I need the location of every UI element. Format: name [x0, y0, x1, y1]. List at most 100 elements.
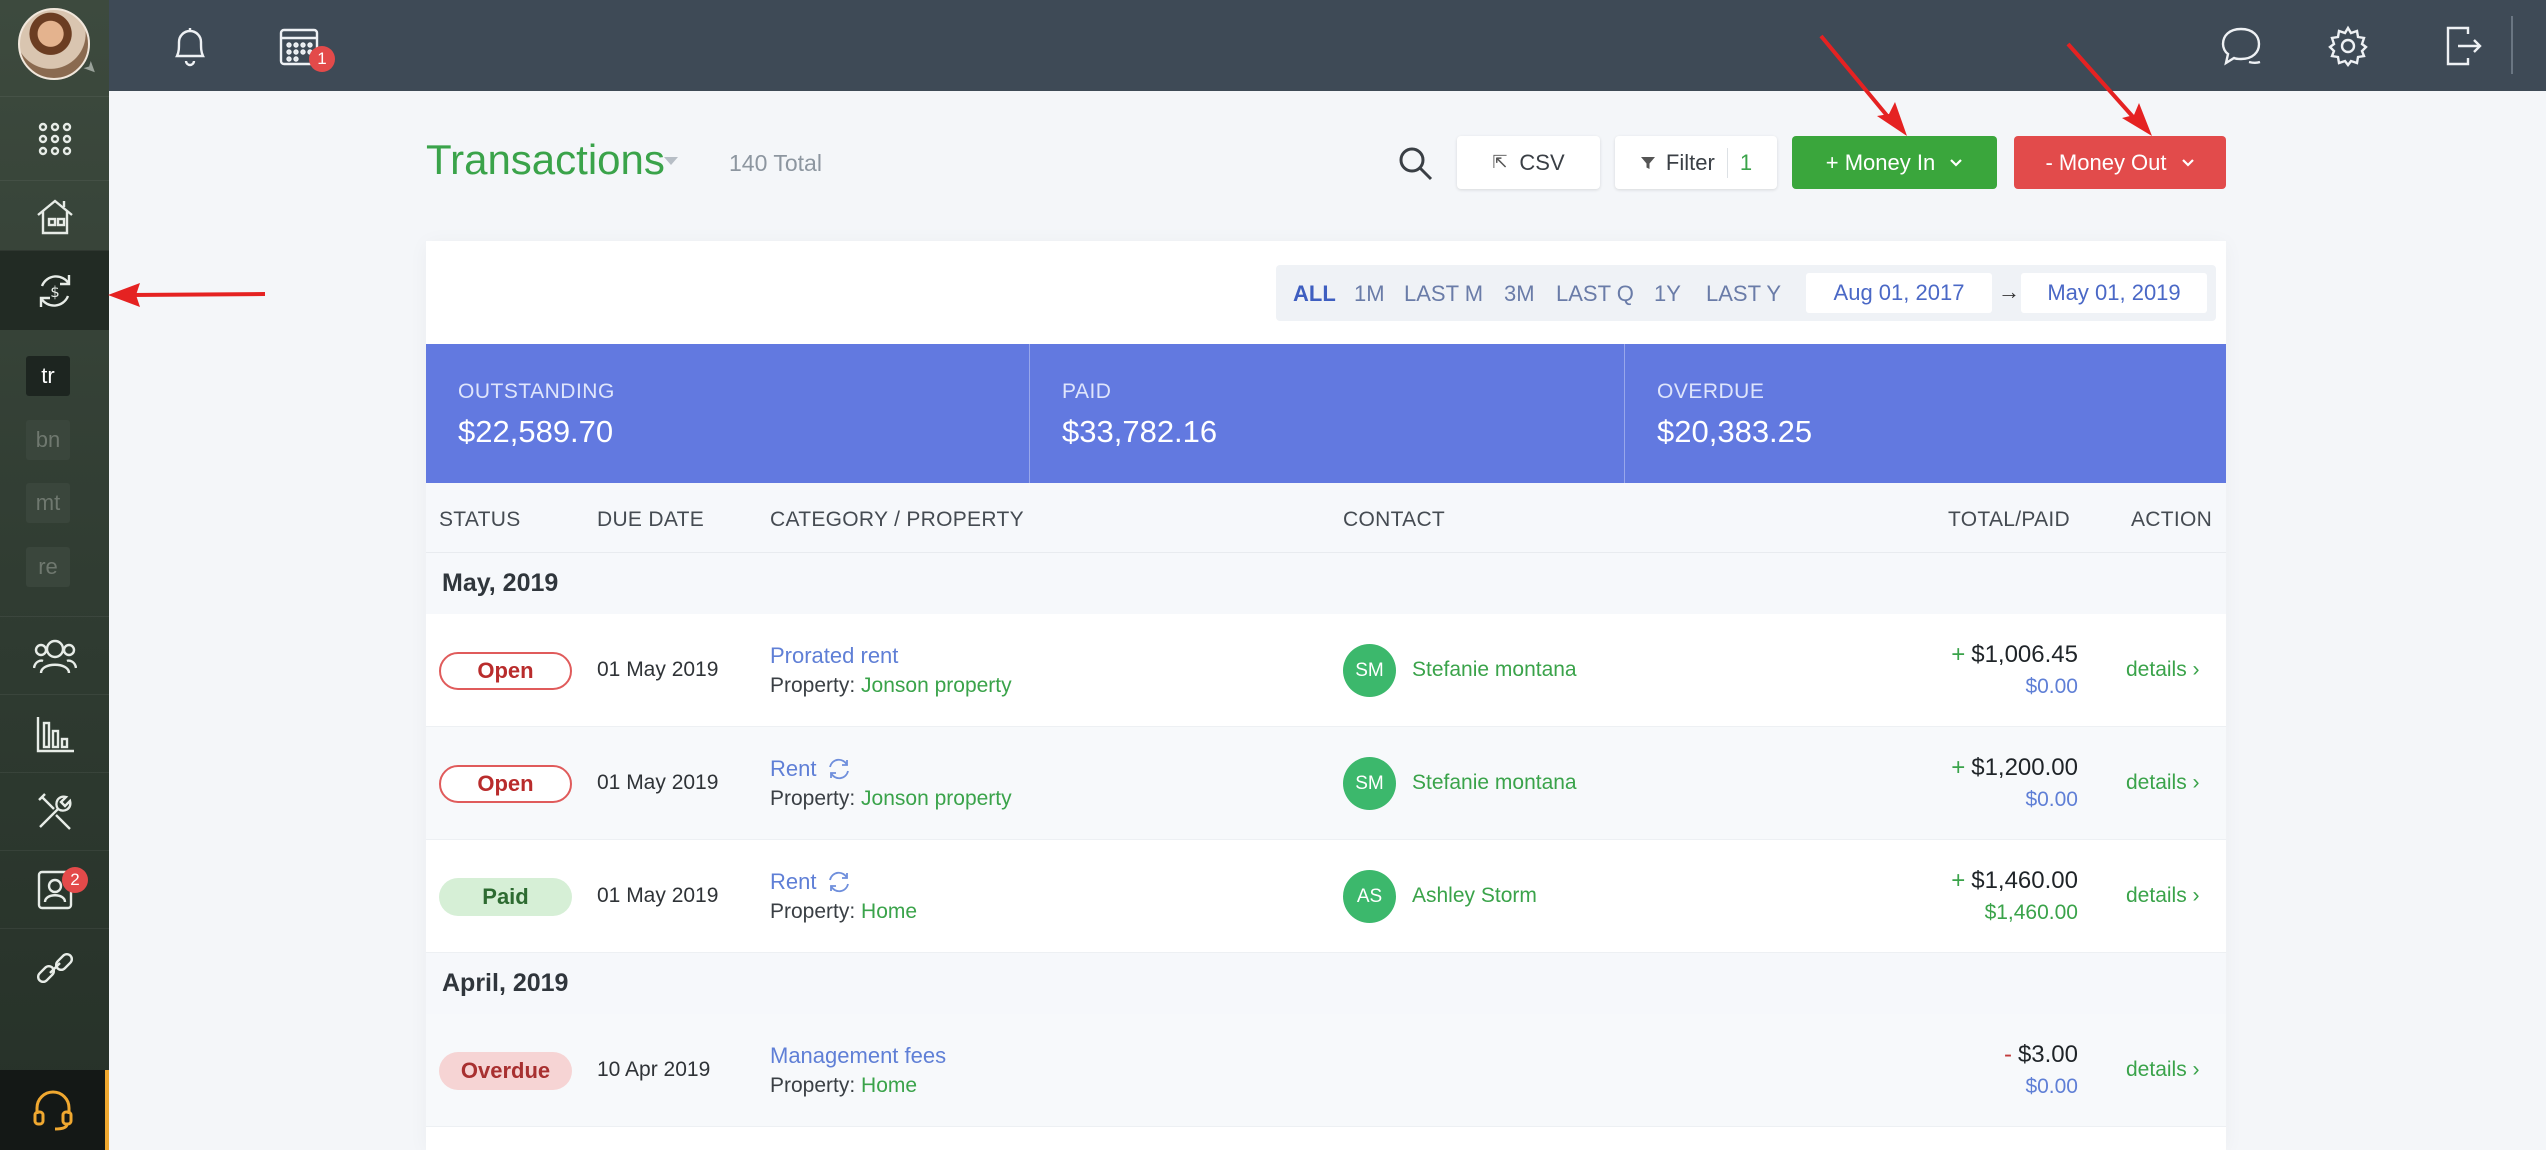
table-header: STATUS DUE DATE CATEGORY / PROPERTY CONT…: [426, 483, 2226, 553]
table-row[interactable]: Paid 01 May 2019 Rent Property: Home AS …: [426, 840, 2226, 953]
details-link[interactable]: details ›: [2126, 771, 2200, 795]
summary-paid: PAID $33,782.16: [1030, 344, 1625, 483]
contact-avatar: SM: [1343, 757, 1396, 810]
amount-sign: +: [1951, 867, 1966, 894]
start-date-input[interactable]: Aug 01, 2017: [1806, 273, 1992, 313]
range-all[interactable]: ALL: [1293, 281, 1336, 307]
contact-avatar: AS: [1343, 870, 1396, 923]
column-due-date[interactable]: DUE DATE: [597, 508, 704, 532]
sidebar-mini-bn[interactable]: bn: [26, 420, 70, 460]
category-link[interactable]: Prorated rent: [770, 643, 898, 669]
details-link[interactable]: details ›: [2126, 884, 2200, 908]
outstanding-value: $22,589.70: [458, 414, 614, 449]
end-date-input[interactable]: May 01, 2019: [2021, 273, 2207, 313]
filter-divider: [1726, 147, 1728, 178]
tools-icon: [37, 792, 71, 830]
range-1m[interactable]: 1M: [1354, 281, 1385, 307]
sidebar: ➤ $ tr bn mt re 2: [0, 0, 109, 1150]
settings-button[interactable]: [2320, 18, 2376, 74]
total-count: 140 Total: [729, 150, 822, 176]
sidebar-mini-re[interactable]: re: [26, 547, 70, 587]
paid-label: PAID: [1062, 380, 1112, 403]
money-in-button[interactable]: + Money In: [1792, 136, 1997, 189]
property-link[interactable]: Home: [861, 1074, 917, 1097]
details-link[interactable]: details ›: [2126, 1058, 2200, 1082]
money-out-label: - Money Out: [2045, 149, 2167, 175]
column-category[interactable]: CATEGORY / PROPERTY: [770, 508, 1024, 532]
sidebar-item-integrations[interactable]: [0, 928, 109, 1006]
csv-button[interactable]: ⇱ CSV: [1457, 136, 1600, 189]
property-link[interactable]: Jonson property: [861, 674, 1012, 697]
money-in-label: + Money In: [1825, 149, 1936, 175]
category-label: Management fees: [770, 1043, 947, 1068]
page-title[interactable]: Transactions: [426, 136, 665, 184]
recurring-icon: [829, 758, 850, 780]
range-last-m[interactable]: LAST M: [1404, 281, 1483, 307]
logout-icon: [2446, 26, 2482, 66]
range-last-y[interactable]: LAST Y: [1706, 281, 1781, 307]
table-row[interactable]: Open 01 May 2019 Rent Property: Jonson p…: [426, 727, 2226, 840]
arrow-right-icon: →: [1998, 279, 2020, 304]
chat-icon: [2221, 27, 2261, 66]
paid-amount: $0.00: [2025, 675, 2078, 698]
category-label: Rent: [770, 869, 817, 894]
gear-icon: [2328, 25, 2368, 67]
bar-chart-icon: [36, 716, 74, 752]
table-row[interactable]: Overdue 10 Apr 2019 Management fees Prop…: [426, 1014, 2226, 1127]
contact-name[interactable]: Ashley Storm: [1412, 884, 1537, 908]
total-amount: + $1,006.45: [1951, 641, 2078, 669]
sidebar-item-properties[interactable]: [0, 180, 109, 250]
svg-text:$: $: [50, 283, 60, 301]
sidebar-item-contacts[interactable]: [0, 616, 109, 694]
grid-icon: [38, 122, 71, 155]
sidebar-item-reports[interactable]: [0, 694, 109, 772]
support-button[interactable]: [0, 1070, 109, 1150]
sidebar-mini-mt[interactable]: mt: [26, 483, 70, 523]
due-date: 10 Apr 2019: [597, 1058, 711, 1081]
property-link[interactable]: Home: [861, 900, 917, 923]
range-1y[interactable]: 1Y: [1654, 281, 1681, 307]
category-link[interactable]: Management fees: [770, 1043, 946, 1069]
search-icon: [1399, 147, 1433, 181]
topbar-divider: [2511, 16, 2513, 74]
calendar-button[interactable]: 1: [271, 18, 335, 74]
range-3m[interactable]: 3M: [1504, 281, 1535, 307]
contact-name[interactable]: Stefanie montana: [1412, 658, 1577, 682]
total-amount: - $3.00: [2004, 1041, 2078, 1069]
property-prefix: Property:: [770, 900, 856, 923]
category-label: Rent: [770, 756, 817, 781]
title-dropdown-icon[interactable]: [664, 157, 678, 165]
column-status[interactable]: STATUS: [439, 508, 521, 532]
sidebar-mini-tr[interactable]: tr: [26, 356, 70, 396]
sidebar-item-tenants[interactable]: 2: [0, 850, 109, 928]
table-row[interactable]: Open 01 May 2019 Prorated rent Property:…: [426, 614, 2226, 727]
logout-button[interactable]: [2435, 18, 2491, 74]
status-badge: Overdue: [439, 1052, 572, 1090]
chat-button[interactable]: [2213, 18, 2269, 74]
money-out-button[interactable]: - Money Out: [2014, 136, 2226, 189]
amount-sign: +: [1951, 641, 1966, 668]
amount-value: $1,006.45: [1971, 641, 2078, 668]
column-contact[interactable]: CONTACT: [1343, 508, 1445, 532]
sidebar-item-maintenance[interactable]: [0, 772, 109, 850]
notifications-button[interactable]: [162, 18, 218, 74]
category-link[interactable]: Rent: [770, 869, 852, 895]
amount-value: $3.00: [2017, 1041, 2078, 1068]
property-line: Property: Jonson property: [770, 674, 1012, 698]
export-arrow-icon: ⇱: [1492, 152, 1508, 172]
details-link[interactable]: details ›: [2126, 658, 2200, 682]
sidebar-item-apps[interactable]: [0, 96, 109, 180]
property-link[interactable]: Jonson property: [861, 787, 1012, 810]
due-date: 01 May 2019: [597, 771, 719, 794]
column-total-paid[interactable]: TOTAL/PAID: [1948, 508, 2070, 532]
bell-icon: [175, 28, 205, 67]
sidebar-item-transactions[interactable]: $: [0, 250, 109, 330]
category-link[interactable]: Rent: [770, 756, 852, 782]
contact-name[interactable]: Stefanie montana: [1412, 771, 1577, 795]
search-button[interactable]: [1396, 144, 1436, 184]
property-line: Property: Jonson property: [770, 787, 1012, 811]
group-header: April, 2019: [426, 953, 2226, 1014]
range-last-q[interactable]: LAST Q: [1556, 281, 1634, 307]
filter-button[interactable]: Filter 1: [1615, 136, 1777, 189]
status-badge: Open: [439, 652, 572, 690]
